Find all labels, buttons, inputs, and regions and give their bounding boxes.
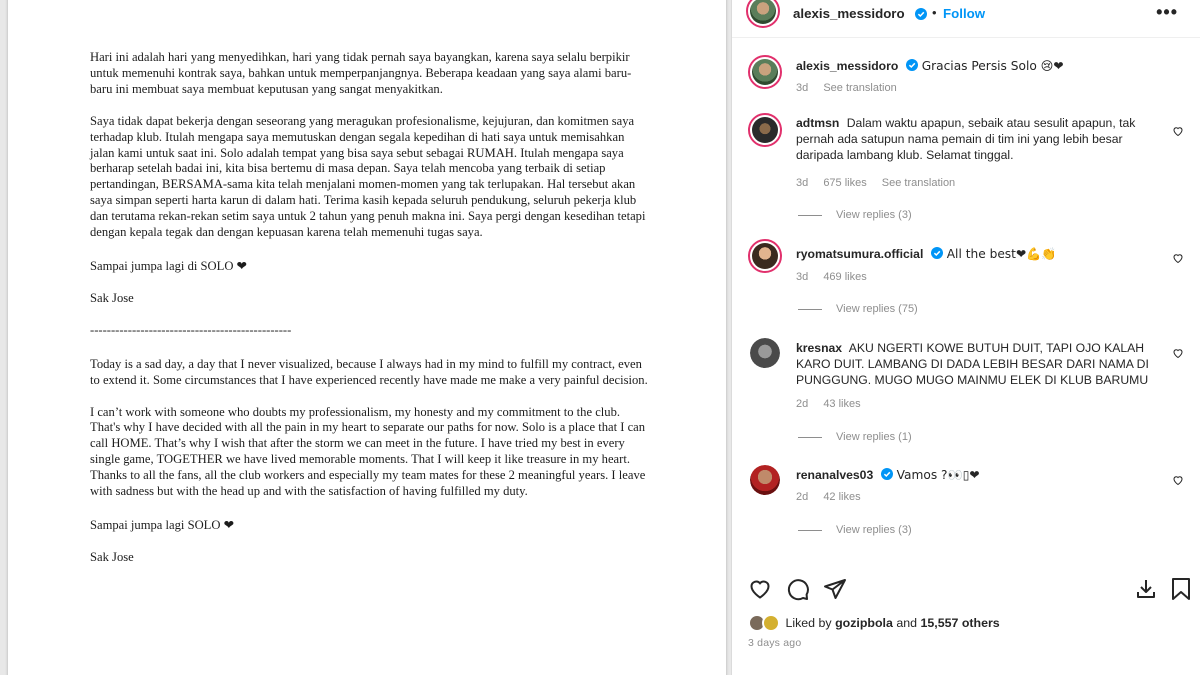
avatar[interactable]: [748, 55, 782, 89]
replies-line: [798, 214, 822, 216]
share-paper-plane-icon[interactable]: [823, 577, 847, 601]
verified-badge-icon: [881, 468, 894, 480]
verified-badge-icon: [915, 8, 927, 20]
letter-image-panel: Hari ini adalah hari yang menyedihkan, h…: [0, 0, 731, 675]
avatar[interactable]: [748, 239, 782, 273]
replies-line: [798, 308, 822, 310]
save-bookmark-icon[interactable]: [1170, 577, 1192, 601]
avatar[interactable]: [748, 113, 782, 147]
view-replies-label: View replies (1): [836, 431, 912, 443]
comment-likes[interactable]: 42 likes: [823, 491, 860, 503]
verified-badge-icon: [906, 59, 919, 71]
liker-avatars: [748, 614, 782, 632]
avatar: [762, 614, 780, 632]
caption-text-row: alexis_messidoro Gracias Persis Solo 😢❤: [796, 58, 1166, 74]
comment-username[interactable]: kresnax: [796, 341, 842, 355]
view-replies-button[interactable]: View replies (1): [798, 431, 912, 443]
comment-text: Dalam waktu apapun, sebaik atau sesulit …: [796, 116, 1136, 162]
comment-text-row: ryomatsumura.official All the best❤💪👏: [796, 246, 1166, 262]
like-comment-heart-icon[interactable]: [1172, 347, 1184, 359]
avatar[interactable]: [750, 338, 780, 368]
comment-text-row: kresnax AKU NGERTI KOWE BUTUH DUIT, TAPI…: [796, 340, 1166, 388]
liked-by-row: Liked by gozipbola and 15,557 others: [748, 614, 1188, 632]
like-comment-heart-icon[interactable]: [1172, 252, 1184, 264]
like-comment-heart-icon[interactable]: [1172, 474, 1184, 486]
comment-meta: 3d 469 likes: [796, 271, 879, 283]
liked-by-others[interactable]: 15,557 others: [920, 616, 999, 630]
liked-by-and: and: [896, 616, 918, 630]
comment-text-row: renanalves03 Vamos ?👀▯❤: [796, 467, 1166, 483]
comment-text-row: adtmsn Dalam waktu apapun, sebaik atau s…: [796, 115, 1166, 163]
letter-separator: ----------------------------------------…: [90, 322, 292, 337]
avatar[interactable]: [750, 465, 780, 495]
view-replies-button[interactable]: View replies (3): [798, 209, 912, 221]
comment-username[interactable]: renanalves03: [796, 468, 873, 482]
letter-closing-1: Sampai jumpa lagi di SOLO ❤: [90, 258, 248, 273]
letter-signature-1: Sak Jose: [90, 290, 134, 305]
comment-likes[interactable]: 469 likes: [823, 271, 866, 283]
comment-username[interactable]: adtmsn: [796, 116, 839, 130]
caption-username[interactable]: alexis_messidoro: [796, 59, 898, 73]
comment-age: 3d: [796, 271, 809, 283]
caption-meta: 3d See translation: [796, 82, 909, 94]
view-replies-label: View replies (3): [836, 524, 912, 536]
replies-line: [798, 529, 822, 531]
comment-text: AKU NGERTI KOWE BUTUH DUIT, TAPI OJO KAL…: [796, 341, 1149, 387]
caption-text: Gracias Persis Solo 😢❤: [921, 59, 1064, 73]
view-replies-label: View replies (75): [836, 303, 918, 315]
comment-meta: 2d 43 likes: [796, 398, 873, 410]
see-translation-link[interactable]: See translation: [882, 177, 955, 189]
letter-signature-2: Sak Jose: [90, 549, 134, 564]
letter-text: Hari ini adalah hari yang menyedihkan, h…: [90, 50, 650, 582]
letter-paper: Hari ini adalah hari yang menyedihkan, h…: [8, 0, 726, 675]
see-translation-link[interactable]: See translation: [823, 82, 896, 94]
view-replies-label: View replies (3): [836, 209, 912, 221]
header-divider: [732, 37, 1200, 38]
letter-paragraph-3: Today is a sad day, a day that I never v…: [90, 356, 648, 387]
comment-text: Vamos ?👀▯❤: [896, 468, 980, 482]
like-heart-icon[interactable]: [748, 577, 772, 601]
liked-by-prefix: Liked by: [785, 616, 832, 630]
comment-bubble-icon[interactable]: [786, 577, 810, 601]
comment-meta: 2d 42 likes: [796, 491, 873, 503]
comment-age: 2d: [796, 398, 809, 410]
post-username[interactable]: alexis_messidoro: [793, 6, 905, 21]
comment-likes[interactable]: 43 likes: [823, 398, 860, 410]
comment-username[interactable]: ryomatsumura.official: [796, 247, 923, 261]
comment-age: 2d: [796, 491, 809, 503]
like-comment-heart-icon[interactable]: [1172, 125, 1184, 137]
comment-likes[interactable]: 675 likes: [823, 177, 866, 189]
avatar[interactable]: [746, 0, 780, 28]
post-header: alexis_messidoro • Follow •••: [732, 0, 1200, 36]
post-action-bar: [732, 571, 1200, 607]
caption-age: 3d: [796, 82, 809, 94]
instagram-post-panel: alexis_messidoro • Follow ••• alexis_mes…: [731, 0, 1200, 675]
more-options-icon[interactable]: •••: [1156, 2, 1178, 23]
view-replies-button[interactable]: View replies (3): [798, 524, 912, 536]
follow-button[interactable]: Follow: [943, 6, 985, 21]
liked-by-user[interactable]: gozipbola: [835, 616, 893, 630]
post-timestamp: 3 days ago: [748, 637, 802, 649]
letter-paragraph-1: Hari ini adalah hari yang menyedihkan, h…: [90, 50, 632, 96]
comment-age: 3d: [796, 177, 809, 189]
replies-line: [798, 436, 822, 438]
comment-meta: 3d 675 likes See translation: [796, 177, 967, 189]
separator-dot: •: [932, 5, 937, 20]
download-icon[interactable]: [1134, 577, 1158, 601]
letter-closing-2: Sampai jumpa lagi SOLO ❤: [90, 517, 235, 532]
verified-badge-icon: [931, 247, 944, 259]
letter-paragraph-4: I can’t work with someone who doubts my …: [90, 404, 646, 499]
letter-paragraph-2: Saya tidak dapat bekerja dengan seseoran…: [90, 113, 646, 240]
view-replies-button[interactable]: View replies (75): [798, 303, 918, 315]
comment-text: All the best❤💪👏: [946, 247, 1057, 261]
